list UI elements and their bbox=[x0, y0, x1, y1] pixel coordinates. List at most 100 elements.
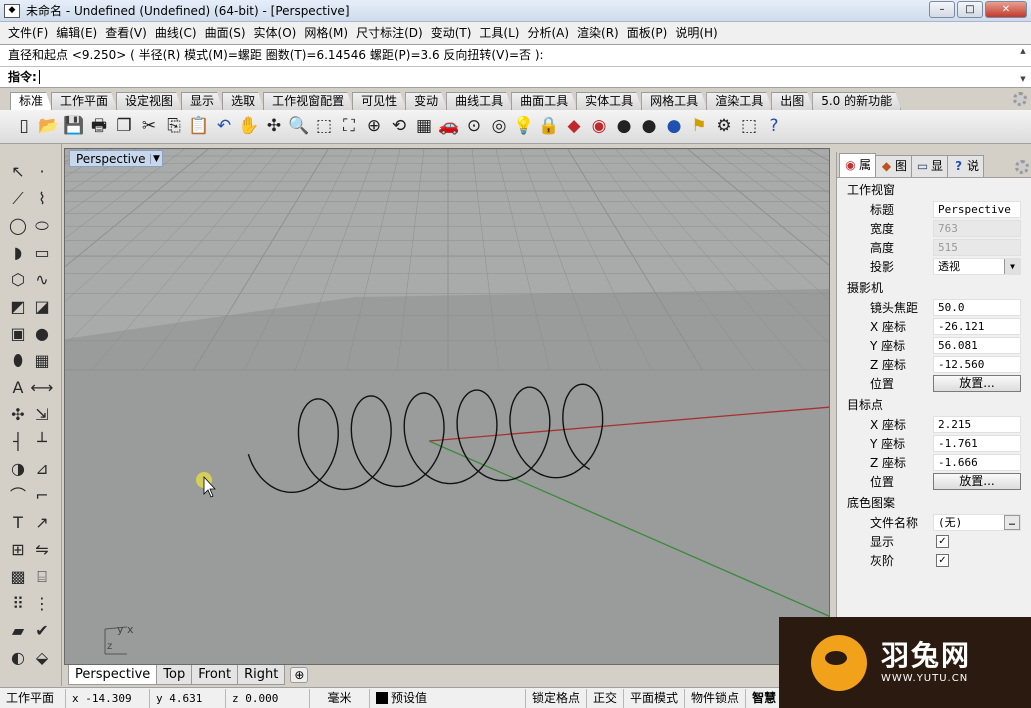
command-input[interactable] bbox=[38, 70, 42, 84]
toolbar-gear-icon[interactable] bbox=[1013, 92, 1027, 106]
sphere-render-icon[interactable]: ● bbox=[662, 114, 686, 140]
menu-view[interactable]: 查看(V) bbox=[101, 23, 151, 43]
polygon-icon[interactable]: ⬡ bbox=[6, 267, 30, 292]
zoom-icon[interactable]: 🔍 bbox=[287, 114, 311, 140]
sphere-shaded-icon[interactable]: ● bbox=[637, 114, 661, 140]
minimize-button[interactable]: – bbox=[929, 1, 955, 18]
property-checkbox[interactable]: ✓ bbox=[936, 535, 949, 548]
cylinder-icon[interactable]: ⬮ bbox=[6, 348, 30, 373]
property-value[interactable]: 56.081 bbox=[933, 337, 1021, 354]
property-value[interactable]: -1.666 bbox=[933, 454, 1021, 471]
mirror-icon[interactable]: ⇋ bbox=[30, 537, 54, 562]
viewport-canvas[interactable]: y x z bbox=[65, 149, 830, 665]
viewport-tab-perspective[interactable]: Perspective bbox=[68, 665, 158, 685]
tab-standard[interactable]: 标准 bbox=[10, 92, 52, 110]
open-icon[interactable]: 📂 bbox=[37, 114, 61, 140]
status-grid-snap[interactable]: 锁定格点 bbox=[526, 688, 588, 708]
paste-icon[interactable]: 📋 bbox=[187, 114, 211, 140]
viewport-tab-right[interactable]: Right bbox=[237, 665, 286, 685]
tab-drafting[interactable]: 出图 bbox=[771, 92, 813, 110]
tab-solid-tools[interactable]: 实体工具 bbox=[576, 92, 642, 110]
grid-icon[interactable]: ▦ bbox=[412, 114, 436, 140]
surface-icon[interactable]: ◩ bbox=[6, 294, 30, 319]
options-icon[interactable]: ⚙ bbox=[712, 114, 736, 140]
solid-box-icon[interactable]: ▩ bbox=[6, 564, 30, 589]
panel-tab-layers[interactable]: ◆ 图 bbox=[875, 155, 913, 177]
boolean-icon[interactable]: ◑ bbox=[6, 456, 30, 481]
property-checkbox[interactable]: ✓ bbox=[936, 554, 949, 567]
flag-icon[interactable]: ⚑ bbox=[687, 114, 711, 140]
render-icon[interactable]: ◐ bbox=[6, 645, 30, 670]
status-layer[interactable]: 预设值 bbox=[370, 688, 526, 708]
surface-edit-icon[interactable]: ◪ bbox=[30, 294, 54, 319]
color-wheel-icon[interactable]: ◉ bbox=[587, 114, 611, 140]
mesh-icon[interactable]: ▦ bbox=[30, 348, 54, 373]
menu-help[interactable]: 说明(H) bbox=[671, 23, 721, 43]
status-planar[interactable]: 平面模式 bbox=[624, 688, 686, 708]
tab-visibility[interactable]: 可见性 bbox=[352, 92, 406, 110]
menu-dimension[interactable]: 尺寸标注(D) bbox=[352, 23, 427, 43]
copy-icon[interactable]: ⎘ bbox=[162, 114, 186, 140]
filename-field[interactable]: (无)… bbox=[933, 514, 1021, 531]
viewport-tab-top[interactable]: Top bbox=[156, 665, 193, 685]
sphere-icon[interactable]: ● bbox=[30, 321, 54, 346]
zoom-window-icon[interactable]: ⬚ bbox=[312, 114, 336, 140]
menu-transform[interactable]: 变动(T) bbox=[427, 23, 476, 43]
tab-curve-tools[interactable]: 曲线工具 bbox=[446, 92, 512, 110]
status-cplane[interactable]: 工作平面 bbox=[0, 688, 66, 708]
projection-select[interactable]: 透视 ▼ bbox=[933, 258, 1021, 275]
browse-icon[interactable]: … bbox=[1004, 515, 1020, 530]
viewport-tab-front[interactable]: Front bbox=[191, 665, 239, 685]
trim-icon[interactable]: ┤ bbox=[6, 429, 30, 454]
panel-tab-properties[interactable]: ◉ 属 bbox=[839, 153, 877, 177]
text-object-icon[interactable]: A bbox=[6, 375, 30, 400]
tab-set-view[interactable]: 设定视图 bbox=[116, 92, 182, 110]
target-icon[interactable]: ◎ bbox=[487, 114, 511, 140]
panel-tab-help[interactable]: ? 说 bbox=[947, 155, 985, 177]
viewport-menu-icon[interactable]: ▼ bbox=[150, 153, 162, 164]
arc-icon[interactable]: ◗ bbox=[6, 240, 30, 265]
offset-icon[interactable]: ⊿ bbox=[30, 456, 54, 481]
property-value[interactable]: -1.761 bbox=[933, 435, 1021, 452]
polyline-icon[interactable]: ⟋ bbox=[6, 186, 30, 211]
property-value[interactable]: 50.0 bbox=[933, 299, 1021, 316]
history-scroll-up-icon[interactable]: ▲ bbox=[1017, 46, 1029, 56]
freeform-icon[interactable]: ∿ bbox=[30, 267, 54, 292]
menu-analyze[interactable]: 分析(A) bbox=[523, 23, 573, 43]
menu-tools[interactable]: 工具(L) bbox=[475, 23, 523, 43]
ellipse-icon[interactable]: ⬭ bbox=[30, 213, 54, 238]
tab-display[interactable]: 显示 bbox=[181, 92, 223, 110]
maximize-button[interactable]: □ bbox=[957, 1, 983, 18]
property-value[interactable]: Perspective bbox=[933, 201, 1021, 218]
rotate-view-icon[interactable]: ✣ bbox=[262, 114, 286, 140]
tab-viewport-layout[interactable]: 工作视窗配置 bbox=[263, 92, 353, 110]
move-icon[interactable]: ⇲ bbox=[30, 402, 54, 427]
panel-gear-icon[interactable] bbox=[1015, 160, 1029, 174]
menu-curve[interactable]: 曲线(C) bbox=[151, 23, 201, 43]
menu-surface[interactable]: 曲面(S) bbox=[201, 23, 250, 43]
help-icon[interactable]: ? bbox=[762, 114, 786, 140]
layer-color-icon[interactable]: ◆ bbox=[562, 114, 586, 140]
array-icon[interactable]: ⊞ bbox=[6, 537, 30, 562]
circle-icon[interactable]: ◯ bbox=[6, 213, 30, 238]
undo-icon[interactable]: ↶ bbox=[212, 114, 236, 140]
status-osnap[interactable]: 物件锁点 bbox=[685, 688, 747, 708]
select-arrow-icon[interactable]: ↖ bbox=[6, 159, 30, 184]
tab-transform[interactable]: 变动 bbox=[405, 92, 447, 110]
zoom-selected-icon[interactable]: ⊕ bbox=[362, 114, 386, 140]
lamp-icon[interactable]: ⬙ bbox=[30, 645, 54, 670]
property-value[interactable]: 2.215 bbox=[933, 416, 1021, 433]
close-button[interactable]: ✕ bbox=[985, 1, 1027, 18]
undo-view-icon[interactable]: ⟲ bbox=[387, 114, 411, 140]
text-icon[interactable]: T bbox=[6, 510, 30, 535]
perspective-viewport[interactable]: Perspective ▼ y x z bbox=[64, 148, 830, 665]
property-value[interactable]: -12.560 bbox=[933, 356, 1021, 373]
box-icon[interactable]: ▣ bbox=[6, 321, 30, 346]
check-icon[interactable]: ✔ bbox=[30, 618, 54, 643]
menu-mesh[interactable]: 网格(M) bbox=[300, 23, 352, 43]
menu-edit[interactable]: 编辑(E) bbox=[52, 23, 101, 43]
layer-icon[interactable]: 🔒 bbox=[537, 114, 561, 140]
point-icon[interactable]: · bbox=[30, 159, 54, 184]
sphere-wire-icon[interactable]: ● bbox=[612, 114, 636, 140]
history-scroll-down-icon[interactable]: ▼ bbox=[1017, 74, 1029, 84]
